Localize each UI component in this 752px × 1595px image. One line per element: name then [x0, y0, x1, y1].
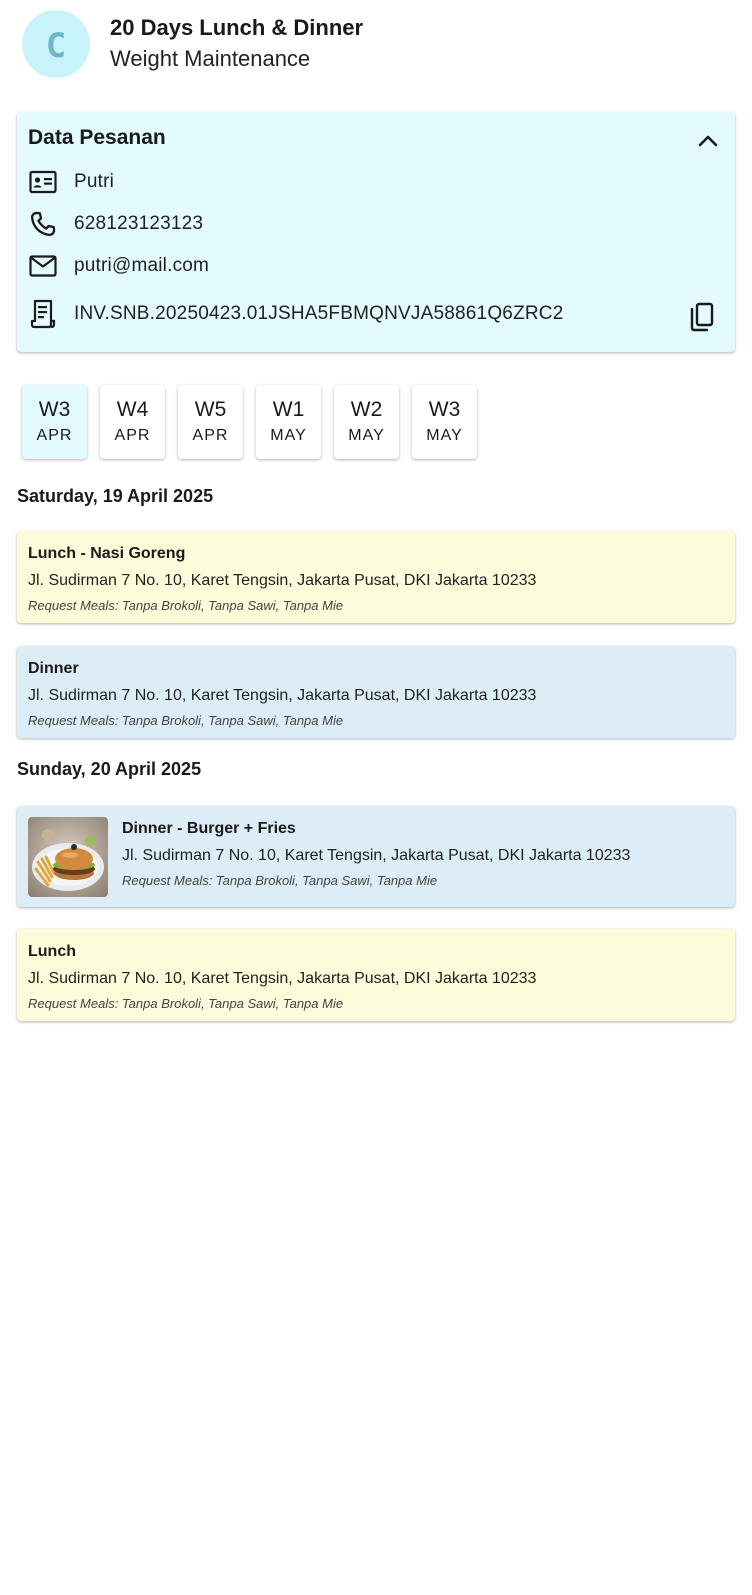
plan-title: 20 Days Lunch & Dinner	[110, 15, 364, 40]
day-heading: Sunday, 20 April 2025	[17, 759, 202, 779]
week-chip-w2-may[interactable]: W2 MAY	[334, 385, 399, 459]
month-label: MAY	[348, 427, 385, 444]
meal-title: Dinner - Burger + Fries	[122, 820, 296, 837]
month-label: APR	[36, 427, 73, 444]
month-label: MAY	[426, 427, 463, 444]
meal-card-lunch[interactable]: Lunch - Nasi Goreng Jl. Sudirman 7 No. 1…	[17, 531, 735, 623]
meal-address: Jl. Sudirman 7 No. 10, Karet Tengsin, Ja…	[28, 970, 537, 987]
svg-text:C: C	[46, 26, 66, 64]
plan-header: C 20 Days Lunch & Dinner Weight Maintena…	[22, 10, 363, 78]
avatar: C	[22, 10, 90, 78]
meal-title: Dinner	[28, 660, 79, 677]
chevron-up-icon	[698, 135, 718, 147]
week-label: W1	[272, 398, 305, 421]
customer-email-row: putri@mail.com	[28, 251, 209, 281]
meal-request: Request Meals: Tanpa Brokoli, Tanpa Sawi…	[122, 873, 438, 888]
week-label: W5	[194, 398, 227, 421]
week-label: W2	[350, 398, 383, 421]
meal-card-dinner[interactable]: Dinner - Burger + Fries Jl. Sudirman 7 N…	[17, 806, 735, 907]
meal-title: Lunch	[28, 943, 76, 960]
week-selector: W3 APR W4 APR W5 APR W1 MAY W2 MAY W3 MA…	[22, 385, 477, 459]
meal-request: Request Meals: Tanpa Brokoli, Tanpa Sawi…	[28, 713, 344, 728]
collapse-button[interactable]	[695, 128, 721, 154]
meal-address: Jl. Sudirman 7 No. 10, Karet Tengsin, Ja…	[28, 687, 537, 704]
copy-invoice-button[interactable]	[687, 302, 717, 332]
meal-card-lunch[interactable]: Lunch Jl. Sudirman 7 No. 10, Karet Tengs…	[17, 929, 735, 1021]
meal-photo	[28, 817, 108, 897]
month-label: APR	[192, 427, 229, 444]
order-data-card: Data Pesanan Putri 628123123123 putri@ma…	[17, 112, 735, 352]
meal-address: Jl. Sudirman 7 No. 10, Karet Tengsin, Ja…	[122, 847, 631, 864]
meal-card-dinner[interactable]: Dinner Jl. Sudirman 7 No. 10, Karet Teng…	[17, 646, 735, 738]
avatar-letter: C	[46, 26, 66, 64]
order-card-title: Data Pesanan	[28, 126, 166, 149]
meal-request: Request Meals: Tanpa Brokoli, Tanpa Sawi…	[28, 598, 344, 613]
week-chip-w4-apr[interactable]: W4 APR	[100, 385, 165, 459]
phone-icon	[28, 209, 58, 239]
day-heading: Saturday, 19 April 2025	[17, 486, 214, 506]
contact-card-icon	[28, 167, 58, 197]
week-chip-w3-may[interactable]: W3 MAY	[412, 385, 477, 459]
meal-request: Request Meals: Tanpa Brokoli, Tanpa Sawi…	[28, 996, 344, 1011]
month-label: MAY	[270, 427, 307, 444]
customer-name: Putri	[74, 171, 115, 192]
meal-title: Lunch - Nasi Goreng	[28, 545, 186, 562]
month-label: APR	[114, 427, 151, 444]
week-label: W4	[116, 398, 149, 421]
customer-name-row: Putri	[28, 167, 114, 197]
meal-address: Jl. Sudirman 7 No. 10, Karet Tengsin, Ja…	[28, 572, 537, 589]
invoice-row: INV.SNB.20250423.01JSHA5FBMQNVJA58861Q6Z…	[28, 299, 563, 329]
week-label: W3	[38, 398, 71, 421]
week-chip-w1-may[interactable]: W1 MAY	[256, 385, 321, 459]
customer-email: putri@mail.com	[74, 255, 210, 276]
mail-icon	[28, 251, 58, 281]
receipt-icon	[28, 299, 58, 329]
invoice-number: INV.SNB.20250423.01JSHA5FBMQNVJA58861Q6Z…	[74, 303, 564, 324]
copy-icon	[690, 302, 714, 332]
week-label: W3	[428, 398, 461, 421]
week-chip-w5-apr[interactable]: W5 APR	[178, 385, 243, 459]
plan-subtitle: Weight Maintenance	[110, 46, 311, 71]
customer-phone: 628123123123	[74, 213, 204, 234]
week-chip-w3-apr[interactable]: W3 APR	[22, 385, 87, 459]
customer-phone-row: 628123123123	[28, 209, 203, 239]
